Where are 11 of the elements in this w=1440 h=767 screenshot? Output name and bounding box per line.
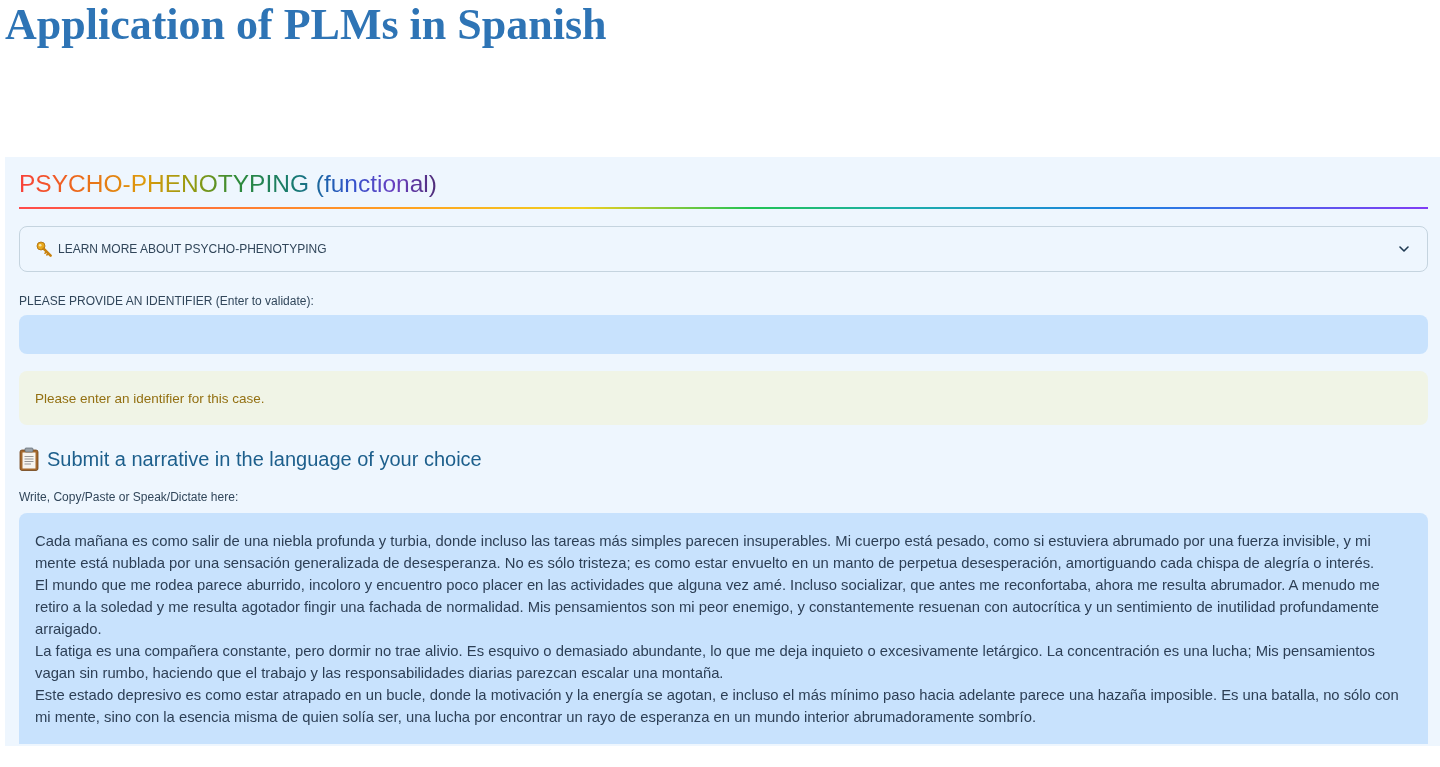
key-icon [36,241,52,257]
identifier-label: PLEASE PROVIDE AN IDENTIFIER (Enter to validate): [19,293,314,309]
expander-header[interactable]: LEARN MORE ABOUT PSYCHO-PHENOTYPING [19,226,1428,272]
narrative-heading: Submit a narrative in the language of your choice [47,447,482,472]
page-title: Application of PLMs in Spanish [4,0,607,50]
chevron-down-icon [1399,246,1409,252]
warning-message: Please enter an identifier for this case. [19,371,1428,425]
textarea-label: Write, Copy/Paste or Speak/Dictate here: [19,489,239,505]
clipboard-icon [19,447,39,471]
identifier-input[interactable] [19,315,1428,354]
narrative-textarea[interactable]: Cada mañana es como salir de una niebla profunda y turbia, donde incluso las tareas más simples parecen insuperables. Mi cuerpo está pesado, como si estuviera abrumado por una fuerza invisible, y mi mente está nublada por una sensación generalizada de desesperanza. No es sólo tristeza; es como estar envuelto en un manto de perpetua desesperación, amortiguando cada chispa de alegría o interés. El mundo que me rodea parece aburrido, incoloro y encuentro poco placer en las actividades que alguna vez amé. Incluso socializar, que antes me reconfortaba, ahora me resulta abrumador. A menudo me retiro a la soledad y me resulta agotador fingir una fachada de normalidad. Mis pensamientos son mi peor enemigo, y constantemente resuenan con autocrítica y un sentimiento de inutilidad profundamente arraigado. La fatiga es una compañera constante, pero dormir no trae alivio. Es esquivo o demasiado abundante, lo que me deja inquieto o excesivamente letárgico. La concentración es una lucha; Mis pensamientos vagan sin rumbo, haciendo que el trabajo y las responsabilidades diarias parezcan escalar una montaña. Este estado depresivo es como estar atrapado en un bucle, donde la motivación y la energía se agotan, e incluso el más mínimo paso hacia adelante parece una hazaña imposible. Es una batalla, no sólo con mi mente, sino con la esencia misma de quien solía ser, una lucha por encontrar un rayo de esperanza en un mundo interior abrumadoramente sombrío. [19,513,1428,744]
